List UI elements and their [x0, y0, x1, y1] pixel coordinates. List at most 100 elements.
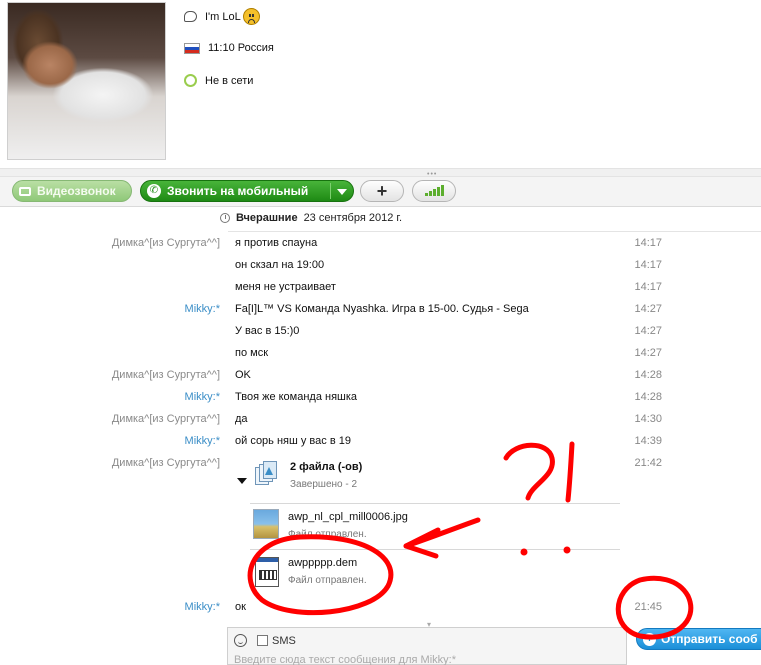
message-sender[interactable]: Mikky:* — [185, 391, 220, 403]
transfer-status: Завершено - 2 — [290, 479, 358, 490]
message-sender[interactable]: Димка^[из Сургута^^] — [112, 237, 220, 249]
call-quality-button[interactable] — [412, 180, 456, 202]
message-time: 14:17 — [634, 281, 662, 293]
send-label: Отправить сооб — [661, 632, 758, 646]
message-row: Mikky:* Fa[I]L™ VS Команда Nyashka. Игра… — [0, 299, 761, 321]
message-row: по мск 14:27 — [0, 343, 761, 365]
skype-chat-window: I'm LoL 11:10 Россия Не в сети ••• Видео… — [0, 0, 761, 665]
contact-profile: I'm LoL 11:10 Россия Не в сети — [0, 0, 761, 168]
message-time: 14:27 — [634, 325, 662, 337]
files-icon — [255, 461, 277, 487]
message-text: У вас в 15:)0 — [235, 325, 300, 337]
transfer-title: 2 файла (-ов) — [290, 461, 363, 473]
message-composer: SMS Введите сюда текст сообщения для Mik… — [227, 627, 627, 665]
message-input[interactable]: Введите сюда текст сообщения для Mikky:* — [234, 654, 456, 665]
file-name[interactable]: awppppp.dem — [288, 557, 357, 569]
expand-toggle-icon[interactable] — [237, 478, 247, 484]
message-text: ой сорь няш у вас в 19 — [235, 435, 351, 447]
divider — [228, 231, 761, 232]
signal-bar — [424, 193, 428, 196]
divider — [250, 549, 620, 550]
signal-bar — [436, 187, 440, 196]
local-time-row: 11:10 Россия — [184, 42, 274, 54]
message-row: Димка^[из Сургута^^] OK 14:28 — [0, 365, 761, 387]
call-mobile-label: Звонить на мобильный — [167, 184, 309, 198]
signal-bar — [432, 189, 436, 196]
message-text: меня не устраивает — [235, 281, 336, 293]
message-time: 14:39 — [634, 435, 662, 447]
message-sender[interactable]: Mikky:* — [185, 435, 220, 447]
sms-checkbox[interactable] — [257, 635, 268, 646]
add-people-button[interactable]: + — [360, 180, 404, 202]
offline-status-icon — [184, 74, 197, 87]
message-row: Димка^[из Сургута^^] 21:42 — [0, 453, 761, 475]
message-time: 14:27 — [634, 303, 662, 315]
local-time: 11:10 Россия — [208, 42, 274, 54]
phone-icon: ✆ — [147, 184, 161, 198]
message-text: Твоя же команда няшка — [235, 391, 358, 403]
mood-message: I'm LoL — [205, 10, 241, 23]
russia-flag-icon — [184, 42, 200, 54]
mood-bubble-icon — [184, 11, 197, 22]
file-status: Файл отправлен. — [288, 529, 367, 540]
message-row: он скзал на 19:00 14:17 — [0, 255, 761, 277]
send-message-button[interactable]: + Отправить сооб — [636, 628, 761, 650]
message-text: OK — [235, 369, 251, 381]
message-sender[interactable]: Димка^[из Сургута^^] — [112, 413, 220, 425]
chat-history[interactable]: Вчерашние 23 сентября 2012 г. Димка^[из … — [0, 207, 761, 627]
mood-row: I'm LoL — [184, 8, 260, 25]
day-date: 23 сентября 2012 г. — [303, 212, 403, 224]
day-label: Вчерашние — [236, 212, 298, 224]
emoticon-icon[interactable] — [234, 634, 247, 647]
message-row: Димка^[из Сургута^^] да 14:30 — [0, 409, 761, 431]
send-icon: + — [643, 632, 656, 646]
online-status: Не в сети — [205, 74, 254, 87]
message-text: он скзал на 19:00 — [235, 259, 325, 271]
day-separator: Вчерашние 23 сентября 2012 г. — [220, 212, 402, 224]
message-row: Димка^[из Сургута^^] я против спауна 14:… — [0, 233, 761, 255]
message-row: Mikky:* Твоя же команда няшка 14:28 — [0, 387, 761, 409]
message-sender[interactable]: Димка^[из Сургута^^] — [112, 457, 220, 469]
signal-bar — [428, 191, 432, 196]
message-time: 14:17 — [634, 259, 662, 271]
message-row: Mikky:* ок 21:45 — [0, 597, 761, 619]
plus-icon: + — [376, 180, 388, 201]
message-sender[interactable]: Mikky:* — [185, 303, 220, 315]
message-sender[interactable]: Mikky:* — [185, 601, 220, 613]
message-text: Fa[I]L™ VS Команда Nyashka. Игра в 15-00… — [235, 303, 529, 315]
video-call-button[interactable]: Видеозвонок — [12, 180, 132, 202]
file-name[interactable]: awp_nl_cpl_mill0006.jpg — [288, 511, 408, 523]
pane-splitter[interactable]: ••• — [0, 168, 761, 178]
demo-file-icon — [255, 557, 279, 587]
contact-avatar — [7, 2, 166, 160]
video-call-label: Видеозвонок — [37, 184, 116, 198]
sms-label: SMS — [272, 634, 296, 647]
file-status: Файл отправлен. — [288, 575, 367, 586]
message-time: 14:28 — [634, 369, 662, 381]
chevron-down-icon[interactable] — [337, 189, 347, 195]
divider — [250, 503, 620, 504]
message-row: У вас в 15:)0 14:27 — [0, 321, 761, 343]
file-item[interactable]: awp_nl_cpl_mill0006.jpg Файл отправлен. — [252, 507, 612, 547]
message-row: меня не устраивает 14:17 — [0, 277, 761, 299]
file-item[interactable]: awppppp.dem Файл отправлен. — [252, 553, 612, 593]
message-text: по мск — [235, 347, 269, 359]
composer-tools: SMS — [234, 634, 296, 647]
signal-bar — [440, 185, 444, 196]
call-mobile-button[interactable]: ✆ Звонить на мобильный — [140, 180, 354, 202]
sad-smiley-icon — [242, 8, 260, 25]
message-time: 14:27 — [634, 347, 662, 359]
image-file-icon — [253, 509, 279, 539]
message-time: 14:17 — [634, 237, 662, 249]
message-row: Mikky:* ой сорь няш у вас в 19 14:39 — [0, 431, 761, 453]
message-text: я против спауна — [235, 237, 318, 249]
message-time: 14:28 — [634, 391, 662, 403]
message-time: 14:30 — [634, 413, 662, 425]
message-text: да — [235, 413, 248, 425]
message-time: 21:45 — [634, 601, 662, 613]
message-sender[interactable]: Димка^[из Сургута^^] — [112, 369, 220, 381]
message-text: ок — [235, 601, 246, 613]
online-status-row: Не в сети — [184, 74, 253, 87]
video-camera-icon — [19, 186, 31, 196]
call-divider — [330, 183, 331, 199]
